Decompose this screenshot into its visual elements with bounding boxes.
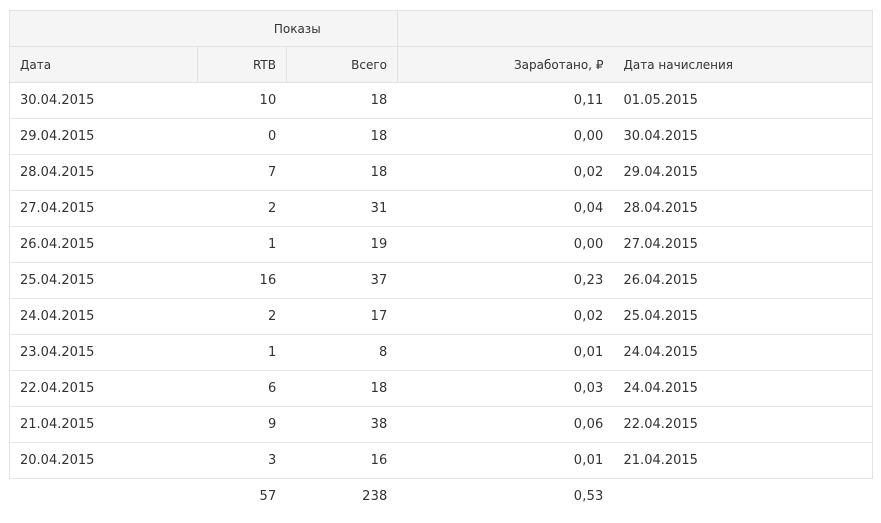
total-cell: 18: [286, 118, 398, 155]
accrual-date-cell: 27.04.2015: [613, 226, 874, 263]
rtb-cell: 2: [197, 298, 287, 335]
total-cell: 19: [286, 226, 398, 263]
total-cell: 18: [286, 154, 398, 191]
earned-cell: 0,23: [397, 262, 614, 299]
accrual-date-cell: 26.04.2015: [613, 262, 874, 299]
accrual-date-cell: 01.05.2015: [613, 82, 874, 119]
earned-cell: 0,01: [397, 442, 614, 479]
total-cell: 8: [286, 334, 398, 371]
total-cell: 16: [286, 442, 398, 479]
earned-cell: 0,00: [397, 226, 614, 263]
date-cell: 23.04.2015: [9, 334, 198, 371]
totals-row: 57 238 0,53: [10, 479, 873, 515]
earned-cell: 0,01: [397, 334, 614, 371]
rtb-cell: 9: [197, 406, 287, 443]
earned-cell: 0,02: [397, 154, 614, 191]
table-row: 24.04.2015 2 17 0,02 25.04.2015: [9, 298, 874, 335]
accrual-date-cell: 22.04.2015: [613, 406, 874, 443]
rtb-cell: 2: [197, 190, 287, 227]
earned-cell: 0,00: [397, 118, 614, 155]
earned-cell: 0,02: [397, 298, 614, 335]
column-header-total[interactable]: Всего: [285, 46, 399, 83]
total-cell: 38: [286, 406, 398, 443]
date-cell: 30.04.2015: [9, 82, 198, 119]
earned-cell: 0,03: [397, 370, 614, 407]
date-cell: 22.04.2015: [9, 370, 198, 407]
header-group-row: Показы: [9, 10, 874, 47]
accrual-date-cell: 24.04.2015: [613, 370, 874, 407]
earned-cell: 0,04: [397, 190, 614, 227]
column-header-earned[interactable]: Заработано, ₽: [397, 46, 614, 83]
date-cell: 24.04.2015: [9, 298, 198, 335]
header-group-empty: [9, 10, 198, 47]
rtb-cell: 0: [197, 118, 287, 155]
totals-label-cell: [10, 479, 198, 515]
date-cell: 29.04.2015: [9, 118, 198, 155]
header-group-impressions: Показы: [197, 10, 399, 47]
date-cell: 27.04.2015: [9, 190, 198, 227]
column-header-date[interactable]: Дата: [9, 46, 198, 83]
table-row: 28.04.2015 7 18 0,02 29.04.2015: [9, 154, 874, 191]
stats-table: Показы Дата RTB Всего Заработано, ₽ Дата…: [9, 10, 874, 515]
rtb-cell: 3: [197, 442, 287, 479]
rtb-cell: 16: [197, 262, 287, 299]
earned-cell: 0,06: [397, 406, 614, 443]
date-cell: 25.04.2015: [9, 262, 198, 299]
accrual-date-cell: 30.04.2015: [613, 118, 874, 155]
table-row: 27.04.2015 2 31 0,04 28.04.2015: [9, 190, 874, 227]
table-row: 30.04.2015 10 18 0,11 01.05.2015: [9, 82, 874, 119]
table-row: 29.04.2015 0 18 0,00 30.04.2015: [9, 118, 874, 155]
totals-empty-cell: [614, 479, 873, 515]
rtb-cell: 1: [197, 334, 287, 371]
total-cell: 18: [286, 82, 398, 119]
total-earned: 0,53: [573, 489, 604, 504]
accrual-date-cell: 25.04.2015: [613, 298, 874, 335]
header-group-empty-right: [397, 10, 874, 47]
rtb-cell: 1: [197, 226, 287, 263]
date-cell: 20.04.2015: [9, 442, 198, 479]
accrual-date-cell: 24.04.2015: [613, 334, 874, 371]
rtb-cell: 10: [197, 82, 287, 119]
column-header-rtb[interactable]: RTB: [197, 46, 287, 83]
accrual-date-cell: 29.04.2015: [613, 154, 874, 191]
total-cell: 18: [286, 370, 398, 407]
date-cell: 26.04.2015: [9, 226, 198, 263]
table-row: 20.04.2015 3 16 0,01 21.04.2015: [9, 442, 874, 479]
rtb-cell: 6: [197, 370, 287, 407]
table-row: 22.04.2015 6 18 0,03 24.04.2015: [9, 370, 874, 407]
total-cell: 31: [286, 190, 398, 227]
total-rtb: 57: [259, 489, 277, 504]
accrual-date-cell: 28.04.2015: [613, 190, 874, 227]
stats-table-container: Показы Дата RTB Всего Заработано, ₽ Дата…: [9, 10, 874, 515]
header-columns-row: Дата RTB Всего Заработано, ₽ Дата начисл…: [9, 46, 874, 83]
total-cell: 37: [286, 262, 398, 299]
table-row: 21.04.2015 9 38 0,06 22.04.2015: [9, 406, 874, 443]
table-row: 25.04.2015 16 37 0,23 26.04.2015: [9, 262, 874, 299]
column-header-accrual-date[interactable]: Дата начисления: [613, 46, 874, 83]
date-cell: 28.04.2015: [9, 154, 198, 191]
accrual-date-cell: 21.04.2015: [613, 442, 874, 479]
total-cell: 17: [286, 298, 398, 335]
rtb-cell: 7: [197, 154, 287, 191]
table-row: 23.04.2015 1 8 0,01 24.04.2015: [9, 334, 874, 371]
earned-cell: 0,11: [397, 82, 614, 119]
table-row: 26.04.2015 1 19 0,00 27.04.2015: [9, 226, 874, 263]
date-cell: 21.04.2015: [9, 406, 198, 443]
total-impressions: 238: [362, 489, 388, 504]
